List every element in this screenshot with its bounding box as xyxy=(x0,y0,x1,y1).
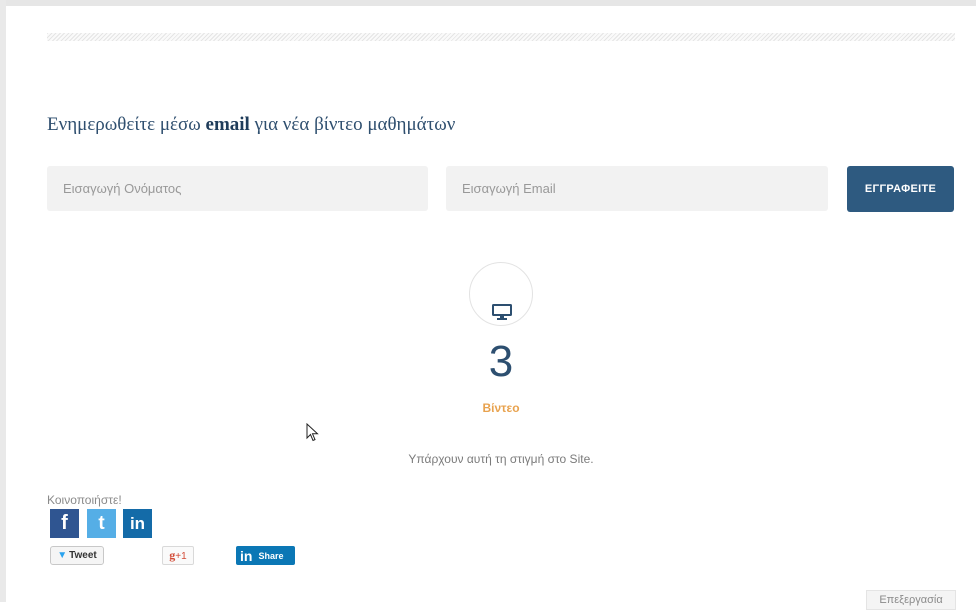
heading-email-word: email xyxy=(205,114,250,135)
twitter-bird-icon: ▼ xyxy=(57,550,68,561)
google-plus-one-button[interactable]: g+1 xyxy=(162,546,194,565)
newsletter-heading: Ενημερωθείτε μέσω email για νέα βίντεο μ… xyxy=(47,114,455,136)
monitor-icon xyxy=(492,304,512,320)
video-count-label: Βίντεο xyxy=(482,401,520,415)
linkedin-logo-icon: in xyxy=(240,547,253,564)
email-input[interactable] xyxy=(446,166,828,211)
decorative-divider xyxy=(47,33,955,41)
tweet-label: Tweet xyxy=(69,550,97,561)
google-plus-label: +1 xyxy=(175,551,187,562)
tweet-button[interactable]: ▼ Tweet xyxy=(50,546,104,565)
subscribe-button[interactable]: ΕΓΓΡΑΦΕΙΤΕ xyxy=(847,166,954,212)
heading-prefix: Ενημερωθείτε μέσω xyxy=(47,114,201,135)
video-count: 3 xyxy=(488,337,514,386)
heading-suffix: για νέα βίντεο μαθημάτων xyxy=(254,114,456,135)
linkedin-share-button[interactable]: in Share xyxy=(236,546,295,565)
mouse-cursor-icon xyxy=(306,423,319,442)
stat-icon-circle xyxy=(469,262,533,326)
stat-description: Υπάρχουν αυτή τη στιγμή στο Site. xyxy=(408,452,594,466)
linkedin-share-icon[interactable]: in xyxy=(123,509,152,538)
linkedin-share-label: Share xyxy=(258,550,284,561)
name-input[interactable] xyxy=(47,166,428,211)
twitter-share-icon[interactable]: t xyxy=(87,509,116,538)
edit-button[interactable]: Επεξεργασία xyxy=(866,590,956,610)
share-title: Κοινοποιήστε! xyxy=(47,493,122,507)
window-top-border xyxy=(0,0,976,6)
facebook-share-icon[interactable]: f xyxy=(50,509,79,538)
window-left-border xyxy=(0,0,6,602)
